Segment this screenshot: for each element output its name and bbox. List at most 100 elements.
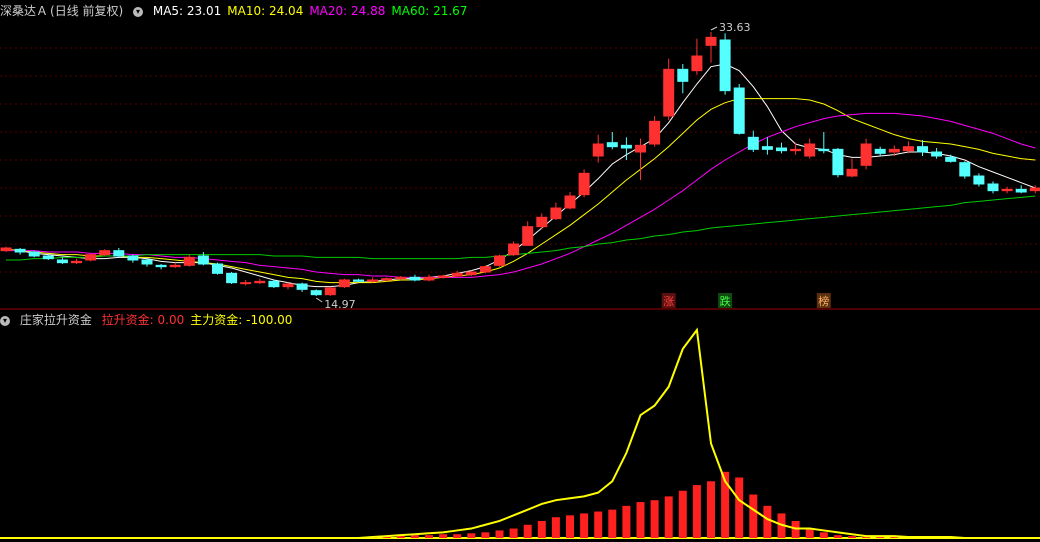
candle-body [494,255,505,266]
candle-body [874,148,886,154]
candle-body [719,39,731,92]
sub-bar [396,536,405,538]
candle-body [296,283,308,290]
indicator-legend-item: 主力资金: -100.00 [190,313,293,327]
sub-bar [678,490,687,538]
sub-bar [566,515,574,538]
candle-body [761,146,773,150]
settings-icon[interactable]: ▾ [0,315,10,326]
candle-body [212,263,223,274]
ma-legend-item: MA20: 24.88 [309,4,386,18]
candle-body [635,144,646,153]
candle-body [973,175,985,185]
candle-body [99,250,111,256]
candle-body [437,275,449,278]
indicator-name: 庄家拉升资金 [19,313,92,327]
ma-legend: MA5: 23.01 MA10: 24.04 MA20: 24.88 MA60: 21… [153,4,474,18]
candle-body [522,226,534,246]
badge-text: 涨 [663,295,674,308]
ma-line-ma60 [6,195,1036,261]
high-label: 33.63 [719,21,751,34]
sub-bar [608,509,617,538]
candle-body [705,36,717,46]
candle-body [409,276,421,281]
candle-body [550,207,562,220]
candle-body [367,279,379,282]
sub-bar [481,532,490,538]
ma-line-ma5 [5,63,1036,288]
sub-bar [876,537,885,538]
sub-bar [848,536,856,538]
sub-bar [453,534,462,538]
candle-body [606,142,618,148]
sub-bar [805,528,814,538]
candle-body [663,68,675,117]
badge-text: 跌 [720,294,731,308]
candle-body [564,195,576,209]
candle-body [959,162,971,177]
candle-body [917,146,928,153]
sub-bar [833,535,842,538]
candle-body [56,259,68,264]
sub-bar [495,530,504,538]
candle-body [620,144,632,149]
sub-bar [425,535,433,538]
candle-body [846,168,858,177]
stock-name: 深桑达Ａ [0,4,49,18]
high-pointer [710,26,718,31]
sub-bar [749,494,758,538]
candle-body [649,120,661,145]
candle-body [451,272,463,277]
candle-body [338,279,350,288]
ma-line-ma20 [6,112,1036,278]
settings-icon[interactable]: ▾ [133,6,144,17]
candle-body [592,143,604,157]
sub-bar [819,532,828,538]
candle-body [733,87,745,134]
candle-body [1001,188,1013,192]
sub-bar [580,513,589,538]
candle-body [790,148,802,152]
sub-line [6,327,1036,539]
sub-legend: ▾ 庄家拉升资金 拉升资金: 0.00 主力资金: -100.00 [0,311,304,329]
candle-body [691,55,703,72]
sub-bar [763,505,772,538]
candle-body [71,260,82,264]
candle-body [113,250,125,257]
candle-body [747,136,759,150]
candle-body [776,147,787,152]
candle-body [14,248,26,253]
sub-bar [523,524,532,538]
candle-body [282,283,294,288]
period-label: (日线 前复权) [50,4,124,18]
candle-body [155,264,167,268]
candle-body [85,254,97,261]
ma-legend-item: MA10: 24.04 [227,4,304,18]
candle-body [479,266,491,273]
sub-bar [650,500,659,538]
candle-body [804,143,816,157]
candle-body [141,259,153,265]
main-legend: 深桑达Ａ (日线 前复权) ▾ MA5: 23.01 MA10: 24.04 MA20… [0,2,479,20]
indicator-legend: 拉升资金: 0.00 主力资金: -100.00 [102,313,299,327]
candle-body [0,247,12,252]
candle-body [987,183,999,192]
candle-body [931,151,943,157]
sub-bar [735,477,744,538]
candle-body [677,68,689,82]
sub-bar [439,534,448,538]
candle-body [888,148,900,153]
candle-body [536,216,548,228]
candle-body [28,251,40,257]
candle-body [197,255,209,265]
candle-body [324,287,336,296]
badge-text: 榜 [818,294,829,308]
sub-bar [594,511,603,538]
candle-body [169,264,181,268]
candle-body [226,272,238,284]
sub-bar [509,528,518,538]
low-label: 14.97 [324,298,356,311]
candle-body [423,276,435,281]
sub-bar [692,485,701,538]
ma-legend-item: MA5: 23.01 [152,4,222,18]
